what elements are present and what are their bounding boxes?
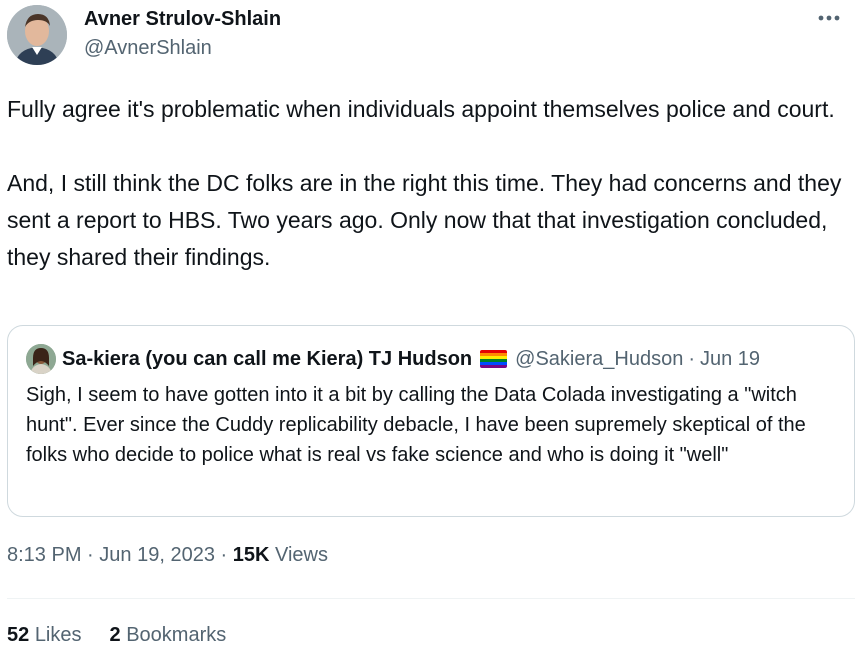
quoted-tweet-text: Sigh, I seem to have gotten into it a bi… (26, 384, 806, 466)
meta-separator: · (87, 544, 94, 566)
tweet-stats: 52 Likes 2 Bookmarks (7, 624, 254, 647)
more-horizontal-icon (818, 15, 840, 21)
quoted-author-name: Sa-kiera (you can call me Kiera) TJ Huds… (62, 347, 473, 370)
tweet-text: Fully agree it's problematic when indivi… (7, 91, 852, 276)
tweet-paragraph: Fully agree it's problematic when indivi… (7, 96, 835, 122)
likes-label: Likes (34, 624, 82, 646)
views-count: 15K (232, 544, 270, 566)
divider (7, 598, 855, 599)
meta-separator: · (220, 544, 228, 566)
views-label: Views (275, 544, 328, 566)
author-avatar[interactable] (7, 5, 67, 65)
tweet-paragraph: And, I still think the DC folks are in t… (7, 170, 842, 270)
quoted-separator: · (688, 347, 695, 370)
quoted-tweet-header: Sa-kiera (you can call me Kiera) TJ Huds… (26, 344, 760, 374)
rainbow-flag-icon (480, 350, 508, 368)
author-name[interactable]: Avner Strulov-Shlain (84, 8, 281, 31)
likes-count: 52 (7, 624, 30, 646)
quoted-author-avatar (26, 344, 56, 374)
bookmarks-link[interactable]: 2 Bookmarks (110, 624, 227, 646)
more-options-button[interactable] (815, 6, 843, 30)
tweet-meta: 8:13 PM · Jun 19, 2023 · 15K Views (7, 544, 328, 567)
tweet: Avner Strulov-Shlain @AvnerShlain Fully … (0, 0, 861, 660)
tweet-date[interactable]: Jun 19, 2023 (99, 544, 215, 566)
quoted-date: Jun 19 (700, 347, 761, 370)
bookmarks-label: Bookmarks (126, 624, 227, 646)
quoted-author-handle: @Sakiera_Hudson (515, 347, 684, 370)
bookmarks-count: 2 (109, 624, 121, 646)
tweet-time[interactable]: 8:13 PM (7, 544, 81, 566)
quoted-avatar-image (26, 344, 56, 374)
likes-link[interactable]: 52 Likes (7, 624, 82, 646)
author-handle[interactable]: @AvnerShlain (84, 37, 212, 60)
quoted-tweet[interactable]: Sa-kiera (you can call me Kiera) TJ Huds… (7, 325, 855, 517)
avatar-image (7, 5, 67, 65)
